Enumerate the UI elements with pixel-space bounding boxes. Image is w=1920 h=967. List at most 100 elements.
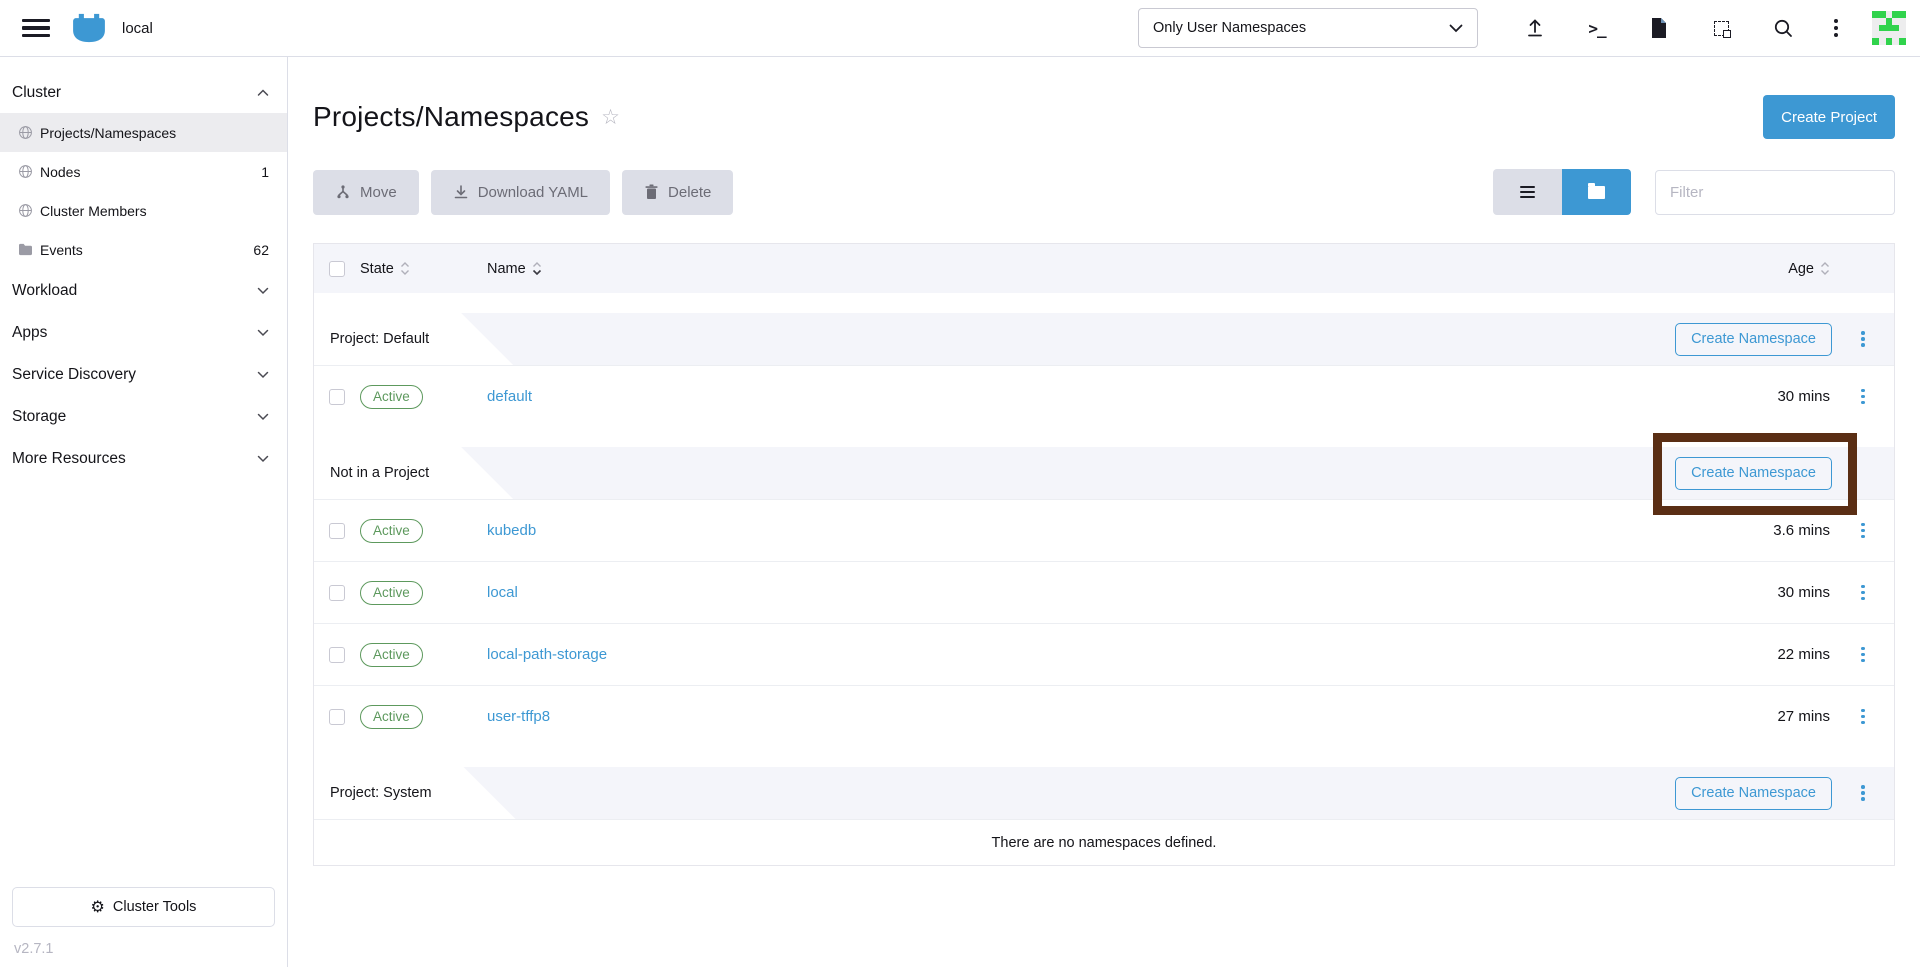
namespace-link[interactable]: local (487, 584, 518, 601)
row-checkbox[interactable] (329, 647, 345, 663)
project-group-not-in-a-project: Not in a Project Create Namespace Active… (314, 447, 1894, 747)
project-group-project-system: Project: System Create Namespace There a… (314, 767, 1894, 865)
topbar-actions: Only User Namespaces >_ (1138, 8, 1906, 48)
delete-button[interactable]: Delete (622, 170, 733, 215)
gear-icon: ⚙ (91, 899, 105, 915)
sidebar-section-label: Storage (12, 408, 66, 426)
create-namespace-button[interactable]: Create Namespace (1675, 457, 1832, 490)
folder-icon (1588, 186, 1605, 199)
namespace-filter-value: Only User Namespaces (1153, 20, 1306, 36)
globe-icon (18, 125, 33, 140)
age-column-header[interactable]: Age (1788, 261, 1814, 277)
sidebar-section-apps: Apps (0, 313, 287, 353)
avatar-pixel (1899, 18, 1906, 25)
resource-import-icon[interactable] (1690, 8, 1752, 48)
sidebar-section-toggle-more-resources[interactable]: More Resources (0, 439, 287, 479)
layout: ClusterProjects/NamespacesNodes1Cluster … (0, 57, 1920, 967)
name-column-header[interactable]: Name (487, 261, 526, 277)
kubectl-shell-icon[interactable]: >_ (1566, 8, 1628, 48)
row-kebab-menu-icon[interactable] (1855, 703, 1871, 731)
top-bar: local Only User Namespaces >_ (0, 0, 1920, 57)
hamburger-menu-icon[interactable] (22, 17, 50, 39)
namespace-row-default: Active default 30 mins (314, 365, 1894, 427)
chevron-down-icon (257, 329, 269, 337)
row-checkbox[interactable] (329, 523, 345, 539)
namespace-link[interactable]: kubedb (487, 522, 536, 539)
avatar-pixel (1886, 25, 1893, 32)
project-group-actions: Create Namespace (1675, 777, 1894, 810)
sidebar-item-projects-namespaces[interactable]: Projects/Namespaces (0, 113, 287, 152)
namespace-link[interactable]: default (487, 388, 532, 405)
chevron-down-icon (257, 413, 269, 421)
group-by-project-view-button[interactable] (1562, 169, 1631, 215)
avatar-pixel (1886, 11, 1893, 18)
sidebar-section-toggle-service-discovery[interactable]: Service Discovery (0, 355, 287, 395)
sidebar-item-label: Nodes (40, 164, 80, 180)
namespace-row-local: Active local 30 mins (314, 561, 1894, 623)
status-badge: Active (360, 385, 423, 409)
sidebar-item-count: 62 (253, 242, 269, 258)
toolbar-right (1493, 169, 1895, 215)
sidebar-section-toggle-workload[interactable]: Workload (0, 271, 287, 311)
project-kebab-menu-icon[interactable] (1855, 325, 1871, 353)
favorite-star-icon[interactable]: ☆ (601, 105, 620, 129)
flat-list-view-button[interactable] (1493, 169, 1562, 215)
sidebar-section-label: Workload (12, 282, 77, 300)
namespace-filter-select[interactable]: Only User Namespaces (1138, 8, 1478, 48)
chevron-down-icon (257, 455, 269, 463)
project-kebab-menu-icon[interactable] (1855, 779, 1871, 807)
sidebar-section-toggle-cluster[interactable]: Cluster (0, 73, 287, 113)
avatar-pixel (1879, 18, 1886, 25)
sidebar-section-storage: Storage (0, 397, 287, 437)
project-group-header: Project: Default Create Namespace (314, 313, 1894, 365)
main-content: Projects/Namespaces ☆ Create Project Mov… (288, 57, 1920, 967)
table-groups: Project: Default Create Namespace Active… (314, 313, 1894, 865)
sidebar-nav: ClusterProjects/NamespacesNodes1Cluster … (0, 73, 287, 479)
import-yaml-icon[interactable] (1504, 8, 1566, 48)
namespace-link[interactable]: local-path-storage (487, 646, 607, 663)
row-kebab-menu-icon[interactable] (1855, 579, 1871, 607)
row-kebab-menu-icon[interactable] (1855, 641, 1871, 669)
sidebar-section-toggle-storage[interactable]: Storage (0, 397, 287, 437)
namespaces-table: State Name Age (313, 243, 1895, 866)
download-yaml-button[interactable]: Download YAML (431, 170, 610, 215)
sort-icon-active[interactable] (532, 262, 542, 275)
move-button[interactable]: Move (313, 170, 419, 215)
row-kebab-menu-icon[interactable] (1855, 517, 1871, 545)
chevron-down-icon (1449, 24, 1463, 33)
docs-file-icon[interactable] (1628, 8, 1690, 48)
view-toggle (1493, 169, 1631, 215)
project-group-label: Not in a Project (330, 465, 429, 481)
row-kebab-menu-icon[interactable] (1855, 383, 1871, 411)
filter-input[interactable] (1655, 170, 1895, 215)
page-title: Projects/Namespaces (313, 101, 589, 133)
search-icon[interactable] (1752, 8, 1814, 48)
cluster-name: local (122, 20, 153, 37)
create-namespace-button[interactable]: Create Namespace (1675, 323, 1832, 356)
empty-group-message: There are no namespaces defined. (314, 819, 1894, 865)
age-value: 3.6 mins (1773, 522, 1830, 539)
cluster-tools-button[interactable]: ⚙ Cluster Tools (12, 887, 275, 927)
user-menu-kebab-icon[interactable] (1814, 8, 1858, 48)
row-checkbox[interactable] (329, 389, 345, 405)
sidebar-item-events[interactable]: Events62 (0, 230, 287, 269)
user-avatar[interactable] (1872, 11, 1906, 45)
trash-icon (644, 184, 659, 200)
row-checkbox[interactable] (329, 709, 345, 725)
rancher-logo-icon[interactable] (70, 13, 108, 43)
sort-icon[interactable] (1820, 262, 1830, 275)
project-group-header: Not in a Project Create Namespace (314, 447, 1894, 499)
sidebar-section-toggle-apps[interactable]: Apps (0, 313, 287, 353)
sidebar-item-cluster-members[interactable]: Cluster Members (0, 191, 287, 230)
namespace-link[interactable]: user-tffp8 (487, 708, 550, 725)
sidebar-section-label: Apps (12, 324, 47, 342)
sort-icon[interactable] (400, 262, 410, 275)
sidebar-item-nodes[interactable]: Nodes1 (0, 152, 287, 191)
row-checkbox[interactable] (329, 585, 345, 601)
create-project-button[interactable]: Create Project (1763, 95, 1895, 139)
avatar-pixel (1879, 25, 1886, 32)
project-group-project-default: Project: Default Create Namespace Active… (314, 313, 1894, 427)
create-namespace-button[interactable]: Create Namespace (1675, 777, 1832, 810)
select-all-checkbox[interactable] (329, 261, 345, 277)
state-column-header[interactable]: State (360, 261, 394, 277)
